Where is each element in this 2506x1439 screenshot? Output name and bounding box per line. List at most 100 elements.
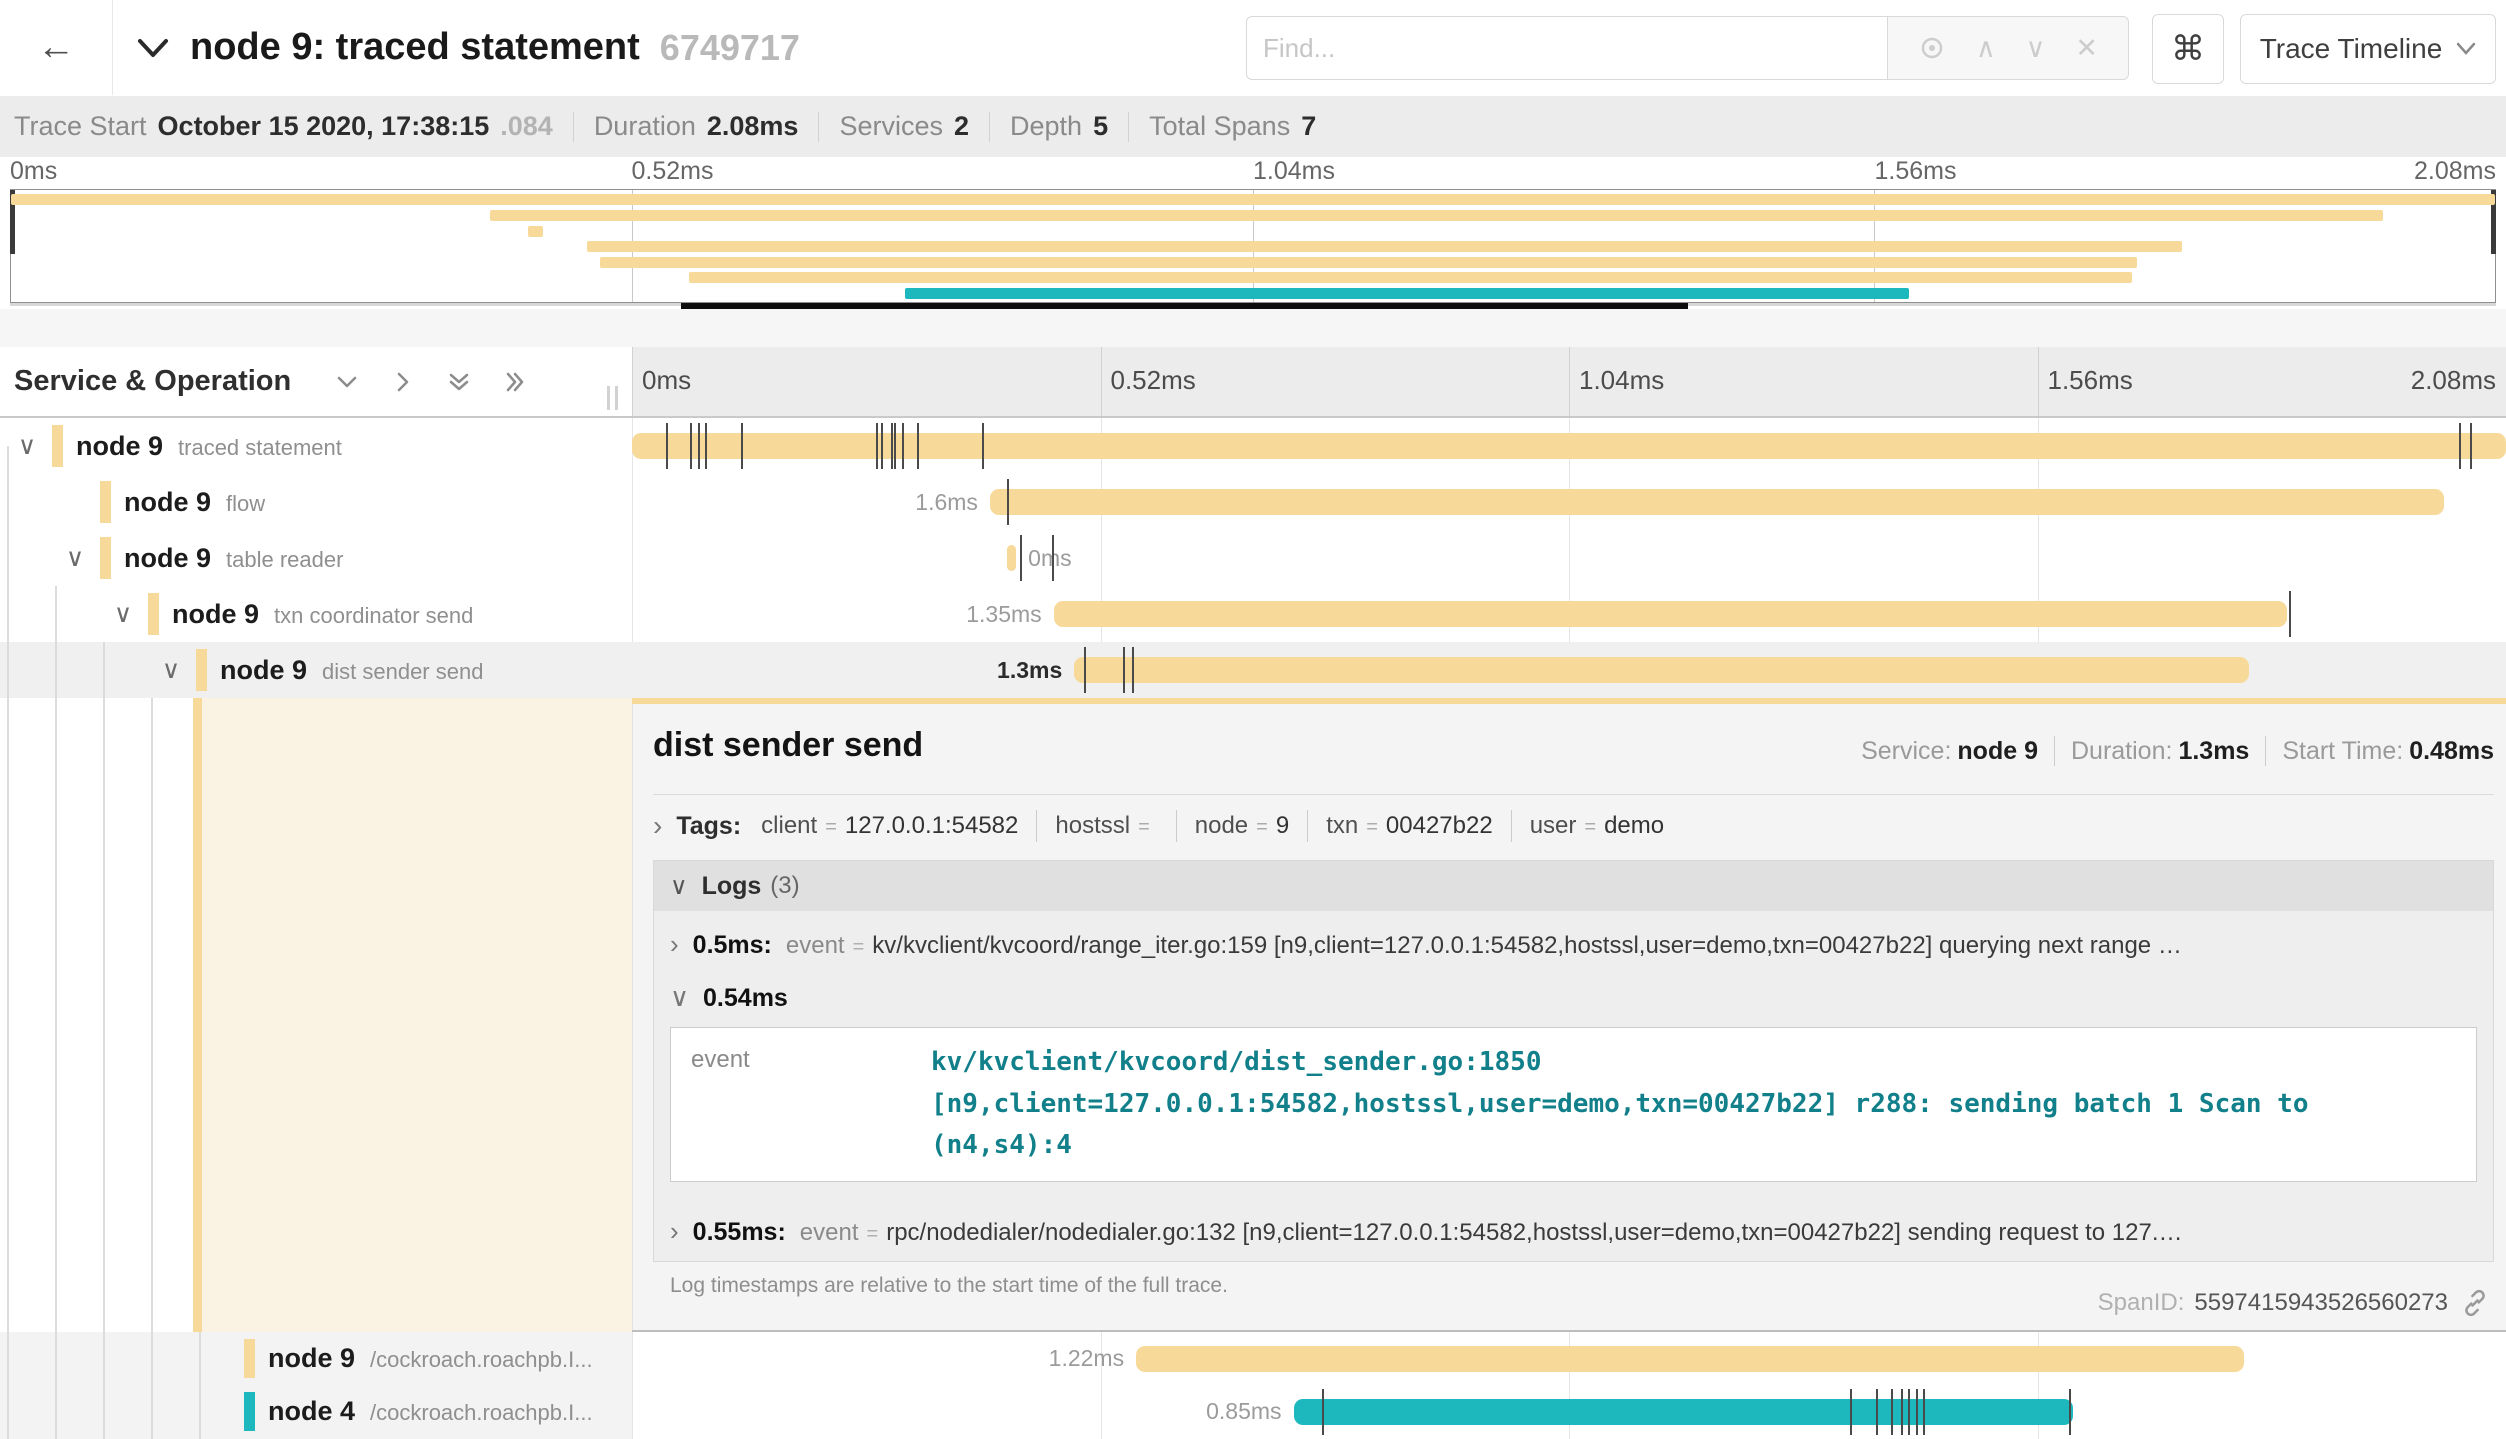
tag-item[interactable]: node=9 xyxy=(1195,812,1289,840)
log-entry-header[interactable]: ∨0.54ms xyxy=(654,974,2493,1019)
deep-link-icon[interactable] xyxy=(2460,1288,2490,1318)
log-collapse-chevron-icon[interactable]: ∨ xyxy=(670,984,689,1010)
span-row-bar-cell[interactable]: 0.85ms xyxy=(632,1385,2506,1438)
span-row-name[interactable]: node 4/cockroach.roachpb.I... xyxy=(0,1385,632,1438)
log-field-row[interactable]: eventkv/kvclient/kvcoord/dist_sender.go:… xyxy=(671,1028,2476,1181)
span-row[interactable]: node 4/cockroach.roachpb.I...0.85ms xyxy=(0,1385,2506,1438)
tag-divider xyxy=(1176,810,1177,842)
span-log-tick xyxy=(1132,647,1134,693)
log-field-value-mono: kv/kvclient/kvcoord/dist_sender.go:1850 … xyxy=(931,1028,2476,1181)
tag-item[interactable]: user=demo xyxy=(1530,812,1664,840)
span-bar[interactable] xyxy=(1074,657,2249,683)
minimap-span-bar xyxy=(11,194,2495,205)
span-log-tick xyxy=(1901,1389,1903,1435)
span-row[interactable]: node 9flow1.6ms xyxy=(0,474,2506,530)
span-row-bar-cell[interactable]: 1.22ms xyxy=(632,1332,2506,1385)
span-color-chip xyxy=(100,481,111,523)
span-bar[interactable] xyxy=(632,433,2506,459)
span-row-name[interactable]: node 9flow xyxy=(0,474,632,530)
log-expand-chevron-icon[interactable]: › xyxy=(670,931,679,957)
span-row[interactable]: ∨node 9txn coordinator send1.35ms xyxy=(0,586,2506,642)
log-expand-chevron-icon[interactable]: › xyxy=(670,1218,679,1244)
tags-expand-chevron-icon[interactable]: › xyxy=(653,810,662,842)
span-row[interactable]: ∨node 9dist sender send 1.3ms xyxy=(0,642,2506,698)
span-row[interactable]: ∨node 9traced statement xyxy=(0,418,2506,474)
column-resizer-handle[interactable] xyxy=(607,386,618,410)
span-log-tick xyxy=(917,423,919,469)
tag-item[interactable]: client=127.0.0.1:54582 xyxy=(761,812,1018,840)
span-color-chip xyxy=(244,1392,255,1431)
timeline-header-gridline xyxy=(1101,347,1102,416)
next-result-icon[interactable]: ∨ xyxy=(2026,35,2046,62)
locate-icon[interactable] xyxy=(1918,34,1946,62)
logs-header[interactable]: ∨ Logs (3) xyxy=(654,861,2493,911)
span-log-tick xyxy=(1916,1389,1918,1435)
view-selector-label: Trace Timeline xyxy=(2260,33,2443,65)
span-row[interactable]: ∨node 9table reader0ms xyxy=(0,530,2506,586)
timeline-header-left: Service & Operation xyxy=(0,347,632,416)
minimap-spacer xyxy=(0,309,2506,347)
prev-result-icon[interactable]: ∧ xyxy=(1976,35,1996,62)
expanded-span-accent-bar xyxy=(193,698,202,1332)
span-detail-divider xyxy=(653,794,2494,795)
span-row[interactable]: node 9/cockroach.roachpb.I...1.22ms xyxy=(0,1332,2506,1385)
tag-item[interactable]: txn=00427b22 xyxy=(1326,812,1492,840)
span-row-name[interactable]: ∨node 9txn coordinator send xyxy=(0,586,632,642)
minimap-canvas[interactable] xyxy=(10,189,2496,303)
back-button[interactable]: ← xyxy=(0,0,113,95)
timeline-tick-label: 0.52ms xyxy=(1111,365,1196,396)
span-log-tick xyxy=(2289,591,2291,637)
span-row-bar-cell[interactable]: 0ms xyxy=(632,530,2506,586)
detail-meta-label: Duration: xyxy=(2071,737,2172,765)
span-row-name[interactable]: ∨node 9table reader xyxy=(0,530,632,586)
collapse-all-icon[interactable] xyxy=(445,368,473,396)
span-duration-label: 1.3ms xyxy=(997,642,1062,698)
span-operation-name: /cockroach.roachpb.I... xyxy=(370,1400,593,1425)
span-log-tick xyxy=(2470,423,2472,469)
detail-meta-value: 1.3ms xyxy=(2178,737,2249,765)
span-bar[interactable] xyxy=(990,489,2444,515)
span-row-label: node 9table reader xyxy=(124,530,343,591)
detail-left-gutter xyxy=(0,698,632,1332)
log-field-equals: = xyxy=(867,1223,879,1246)
trace-minimap: 0ms0.52ms1.04ms1.56ms2.08ms xyxy=(0,157,2506,309)
summary-divider xyxy=(989,112,990,142)
log-entry[interactable]: ›0.55ms:event=rpc/nodedialer/nodedialer.… xyxy=(654,1198,2493,1261)
span-service-name: node 9 xyxy=(268,1343,355,1373)
detail-meta-item: Duration:1.3ms xyxy=(2071,737,2249,766)
view-selector-button[interactable]: Trace Timeline xyxy=(2240,14,2496,84)
row-expand-chevron-icon[interactable]: ∨ xyxy=(158,642,184,698)
span-row-name[interactable]: node 9/cockroach.roachpb.I... xyxy=(0,1332,632,1385)
span-row-bar-cell[interactable] xyxy=(632,418,2506,474)
row-expand-chevron-icon[interactable]: ∨ xyxy=(62,530,88,586)
tag-key: node xyxy=(1195,812,1248,840)
row-expand-chevron-icon[interactable]: ∨ xyxy=(110,586,136,642)
span-bar[interactable] xyxy=(1007,545,1016,571)
span-bar[interactable] xyxy=(1054,601,2287,627)
trace-collapse-chevron-icon[interactable] xyxy=(136,36,170,60)
span-service-name: node 9 xyxy=(76,431,163,461)
tag-equals: = xyxy=(1256,816,1268,839)
row-expand-chevron-icon[interactable]: ∨ xyxy=(14,418,40,474)
span-detail-meta: Service:node 9Duration:1.3msStart Time:0… xyxy=(1861,736,2494,766)
span-row-name[interactable]: ∨node 9dist sender send xyxy=(0,642,632,698)
tag-key: hostssl xyxy=(1055,812,1130,840)
find-input[interactable] xyxy=(1246,16,1888,80)
span-operation-name: flow xyxy=(226,491,265,516)
summary-value: 5 xyxy=(1093,111,1108,142)
span-bar[interactable] xyxy=(1294,1399,2074,1425)
expand-one-icon[interactable] xyxy=(389,368,417,396)
span-bar[interactable] xyxy=(1136,1346,2244,1372)
log-entry[interactable]: ›0.5ms:event=kv/kvclient/kvcoord/range_i… xyxy=(654,911,2493,974)
summary-item: Trace StartOctober 15 2020, 17:38:15.084 xyxy=(14,111,553,142)
span-row-bar-cell[interactable]: 1.35ms xyxy=(632,586,2506,642)
clear-search-icon[interactable]: ✕ xyxy=(2075,35,2098,62)
tag-item[interactable]: hostssl= xyxy=(1055,812,1157,840)
span-operation-name: table reader xyxy=(226,547,343,572)
collapse-one-icon[interactable] xyxy=(333,368,361,396)
span-row-bar-cell[interactable]: 1.6ms xyxy=(632,474,2506,530)
span-row-name[interactable]: ∨node 9traced statement xyxy=(0,418,632,474)
expand-all-icon[interactable] xyxy=(501,368,529,396)
span-row-bar-cell[interactable]: 1.3ms xyxy=(632,642,2506,698)
keyboard-shortcuts-button[interactable]: ⌘ xyxy=(2152,14,2224,84)
